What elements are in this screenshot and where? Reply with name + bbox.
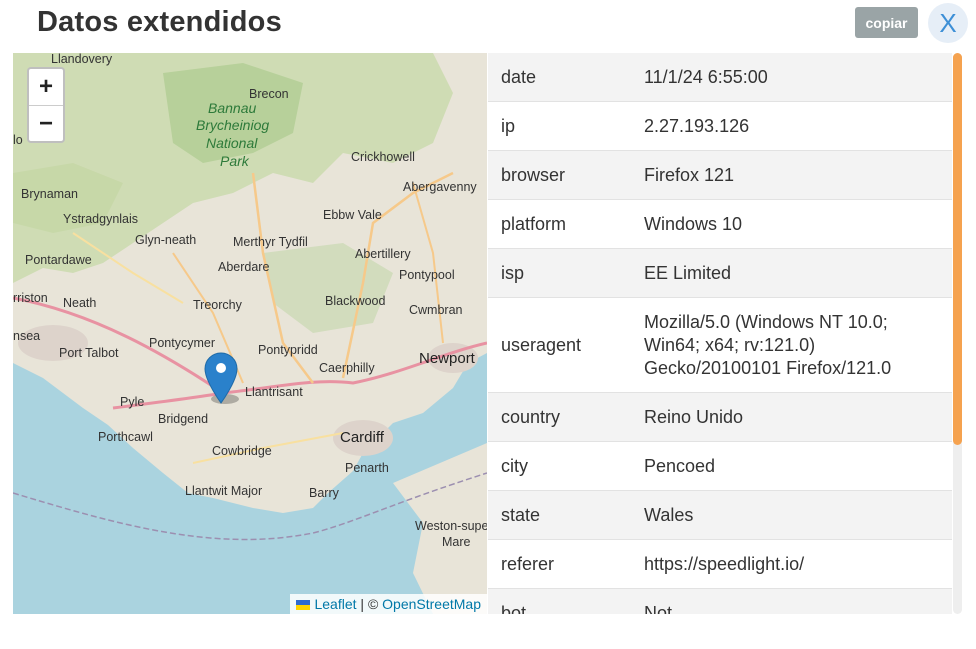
scrollbar-thumb[interactable] xyxy=(953,53,962,445)
attribution-separator: | © xyxy=(356,596,383,612)
label-barry: Barry xyxy=(309,486,340,500)
label-llantrisant: Llantrisant xyxy=(245,385,303,399)
label-crickhowell: Crickhowell xyxy=(351,150,415,164)
label-pontypridd: Pontypridd xyxy=(258,343,318,357)
label-pontardawe: Pontardawe xyxy=(25,253,92,267)
copy-button[interactable]: copiar xyxy=(855,7,918,38)
table-row: country Reino Unido xyxy=(488,393,952,442)
label-cardiff: Cardiff xyxy=(340,429,385,446)
label-ebbw-vale: Ebbw Vale xyxy=(323,208,382,222)
table-row: browser Firefox 121 xyxy=(488,151,952,200)
label-brycheiniog: Brycheiniog xyxy=(196,117,269,133)
row-value: 11/1/24 6:55:00 xyxy=(644,66,768,87)
map-tiles: Llandovery Brecon Bannau Brycheiniog Nat… xyxy=(13,53,487,614)
label-brecon: Brecon xyxy=(249,87,289,101)
row-key: state xyxy=(501,504,541,525)
table-row: bot Not xyxy=(488,589,952,614)
row-value: Wales xyxy=(644,504,694,525)
row-key: city xyxy=(501,455,528,476)
row-key: country xyxy=(501,406,561,427)
label-lo: lo xyxy=(13,133,23,147)
row-value: Windows 10 xyxy=(644,213,743,234)
row-value: EE Limited xyxy=(644,262,732,283)
label-bridgend: Bridgend xyxy=(158,412,208,426)
label-porthcawl: Porthcawl xyxy=(98,430,153,444)
row-key: referer xyxy=(501,553,555,574)
label-neath: Neath xyxy=(63,296,96,310)
label-llandovery: Llandovery xyxy=(51,53,113,66)
label-pyle: Pyle xyxy=(120,395,144,409)
label-mare: Mare xyxy=(442,535,471,549)
table-row: isp EE Limited xyxy=(488,249,952,298)
table-row: platform Windows 10 xyxy=(488,200,952,249)
label-weston: Weston-supe xyxy=(415,519,487,533)
zoom-in-button[interactable]: + xyxy=(29,69,63,105)
map-attribution: Leaflet | © OpenStreetMap xyxy=(290,594,487,614)
row-key: bot xyxy=(501,602,527,615)
label-caerphilly: Caerphilly xyxy=(319,361,375,375)
leaflet-link[interactable]: Leaflet xyxy=(314,596,356,612)
close-icon: X xyxy=(939,7,957,38)
row-value: Pencoed xyxy=(644,455,716,476)
table-row: ip 2.27.193.126 xyxy=(488,102,952,151)
row-value: Not xyxy=(644,602,673,615)
label-blackwood: Blackwood xyxy=(325,294,385,308)
zoom-out-button[interactable]: − xyxy=(29,105,63,142)
row-key: date xyxy=(501,66,537,87)
row-value: Firefox 121 xyxy=(644,164,735,185)
map-view[interactable]: Llandovery Brecon Bannau Brycheiniog Nat… xyxy=(13,53,487,614)
label-aberdare: Aberdare xyxy=(218,260,269,274)
label-abertillery: Abertillery xyxy=(355,247,411,261)
label-cwmbran: Cwmbran xyxy=(409,303,463,317)
label-treorchy: Treorchy xyxy=(193,298,243,312)
label-glyn-neath: Glyn-neath xyxy=(135,233,196,247)
table-row: city Pencoed xyxy=(488,442,952,491)
label-pontycymer: Pontycymer xyxy=(149,336,215,350)
table-row: date 11/1/24 6:55:00 xyxy=(488,53,952,102)
dialog-title: Datos extendidos xyxy=(37,6,282,38)
row-key: platform xyxy=(501,213,567,234)
zoom-control: + − xyxy=(27,67,65,143)
table-row: state Wales xyxy=(488,491,952,540)
label-penarth: Penarth xyxy=(345,461,389,475)
row-key: browser xyxy=(501,164,566,185)
label-bannau: Bannau xyxy=(208,100,256,116)
close-button[interactable]: X xyxy=(928,3,968,43)
label-abergavenny: Abergavenny xyxy=(403,180,477,194)
label-ystradgynlais: Ystradgynlais xyxy=(63,212,138,226)
ukraine-flag-icon xyxy=(296,600,311,611)
row-key: useragent xyxy=(501,334,582,355)
osm-link[interactable]: OpenStreetMap xyxy=(382,596,481,612)
label-national: National xyxy=(206,135,258,151)
label-merthyr: Merthyr Tydfil xyxy=(233,235,308,249)
row-value: Reino Unido xyxy=(644,406,744,427)
label-brynaman: Brynaman xyxy=(21,187,78,201)
row-key: isp xyxy=(501,262,525,283)
table-row: useragent Mozilla/5.0 (Windows NT 10.0; W… xyxy=(488,298,952,393)
label-cowbridge: Cowbridge xyxy=(212,444,272,458)
details-table[interactable]: date 11/1/24 6:55:00 ip 2.27.193.126 brows… xyxy=(488,53,952,614)
label-port-talbot: Port Talbot xyxy=(59,346,119,360)
label-newport: Newport xyxy=(419,350,476,367)
row-value: Mozilla/5.0 (Windows NT 10.0; Win64; x64… xyxy=(644,311,892,378)
row-value: 2.27.193.126 xyxy=(644,115,750,136)
label-pontypool: Pontypool xyxy=(399,268,455,282)
label-llantwit: Llantwit Major xyxy=(185,484,262,498)
row-value: https://speedlight.io/ xyxy=(644,553,805,574)
label-park: Park xyxy=(220,153,250,169)
row-key: ip xyxy=(501,115,516,136)
label-swansea: nsea xyxy=(13,329,40,343)
table-row: referer https://speedlight.io/ xyxy=(488,540,952,589)
label-gorseinon: rriston xyxy=(13,291,48,305)
